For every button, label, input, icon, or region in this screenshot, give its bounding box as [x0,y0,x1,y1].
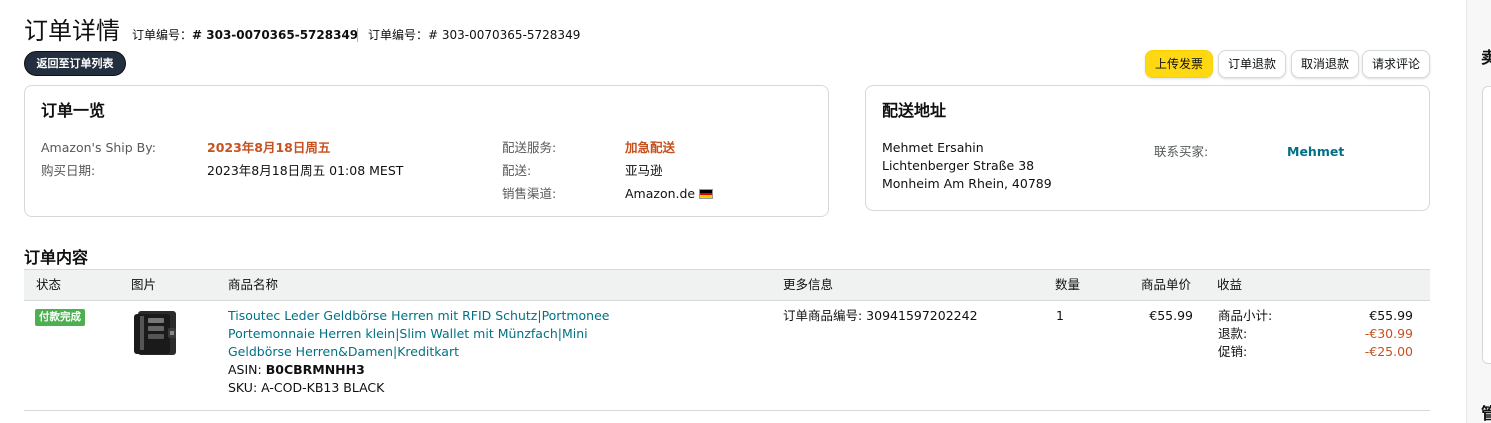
refund-label: 退款: [1218,326,1248,341]
product-title-link[interactable]: Tisoutec Leder Geldbörse Herren mit RFID… [228,307,628,361]
order-number-label: 订单编号： [132,28,193,42]
recipient-name: Mehmet Ersahin [882,140,984,155]
order-summary-card: 订单一览 Amazon's Ship By: 2023年8月18日周五 购买日期… [24,85,829,217]
shipping-address-title: 配送地址 [882,101,947,120]
column-header-product-name: 商品名称 [228,277,279,292]
fulfillment-value: 亚马逊 [625,163,663,178]
side-panel-box [1482,86,1491,364]
cancel-refund-button[interactable]: 取消退款 [1291,50,1359,78]
product-image[interactable] [130,308,182,358]
order-number-divider [357,28,358,42]
order-number-value: # 303-0070365-5728349 [428,28,581,42]
order-number-value: # 303-0070365-5728349 [192,28,359,42]
fulfillment-label: 配送: [502,163,532,178]
purchase-date-value: 2023年8月18日周五 01:08 MEST [207,163,404,178]
sales-channel-label: 销售渠道: [502,186,557,201]
product-asin: ASIN: B0CBRMNHH3 [228,361,365,379]
side-panel-heading: 卖 [1481,48,1491,67]
item-unit-price: €55.99 [1149,308,1193,323]
refund-order-button[interactable]: 订单退款 [1218,50,1286,78]
shipping-address-card: 配送地址 Mehmet Ersahin Lichtenberger Straße… [865,85,1430,211]
order-number-primary: 订单编号：# 303-0070365-5728349 [132,27,358,43]
product-sku: SKU: A-COD-KB13 BLACK [228,380,385,395]
order-item-id: 订单商品编号: 30941597202242 [783,308,978,323]
contact-buyer-label: 联系买家: [1154,144,1209,159]
side-panel-heading-2: 管 [1481,404,1491,423]
order-contents-table-header: 状态 图片 商品名称 更多信息 数量 商品单价 收益 [24,269,1430,301]
request-review-button[interactable]: 请求评论 [1362,50,1430,78]
column-header-unit-price: 商品单价 [1141,277,1192,292]
column-header-status: 状态 [36,277,62,292]
item-quantity: 1 [1056,308,1064,323]
upload-invoice-button[interactable]: 上传发票 [1145,50,1213,78]
status-badge: 付款完成 [35,309,85,326]
column-header-more-info: 更多信息 [783,277,834,292]
subtotal-label: 商品小计: [1218,308,1273,323]
order-number-label: 订单编号： [368,28,429,42]
germany-flag-icon [699,189,714,199]
table-row-divider [24,410,1430,411]
address-city: Monheim Am Rhein, 40789 [882,176,1052,191]
asin-label: ASIN: [228,362,266,377]
sales-channel-text: Amazon.de [625,186,696,201]
sales-channel-value: Amazon.de [625,185,714,203]
column-header-image: 图片 [131,277,157,292]
page-title: 订单详情 [24,17,120,45]
back-to-orders-button[interactable]: 返回至订单列表 [24,51,126,76]
shipping-service-value: 加急配送 [625,140,676,155]
column-header-quantity: 数量 [1055,277,1081,292]
shipping-service-label: 配送服务: [502,140,557,155]
contact-buyer-link[interactable]: Mehmet [1287,143,1344,161]
address-street: Lichtenberger Straße 38 [882,158,1035,173]
subtotal-value: €55.99 [1369,308,1413,323]
promotion-value: -€25.00 [1364,344,1413,359]
order-number-secondary: 订单编号：# 303-0070365-5728349 [368,27,580,43]
order-contents-title: 订单内容 [24,248,89,267]
order-summary-title: 订单一览 [41,101,106,120]
ship-by-label: Amazon's Ship By: [41,140,156,155]
purchase-date-label: 购买日期: [41,163,96,178]
promotion-label: 促销: [1218,344,1248,359]
refund-value: -€30.99 [1364,326,1413,341]
ship-by-value: 2023年8月18日周五 [207,140,331,155]
asin-value: B0CBRMNHH3 [265,362,365,377]
column-header-proceeds: 收益 [1217,277,1243,292]
